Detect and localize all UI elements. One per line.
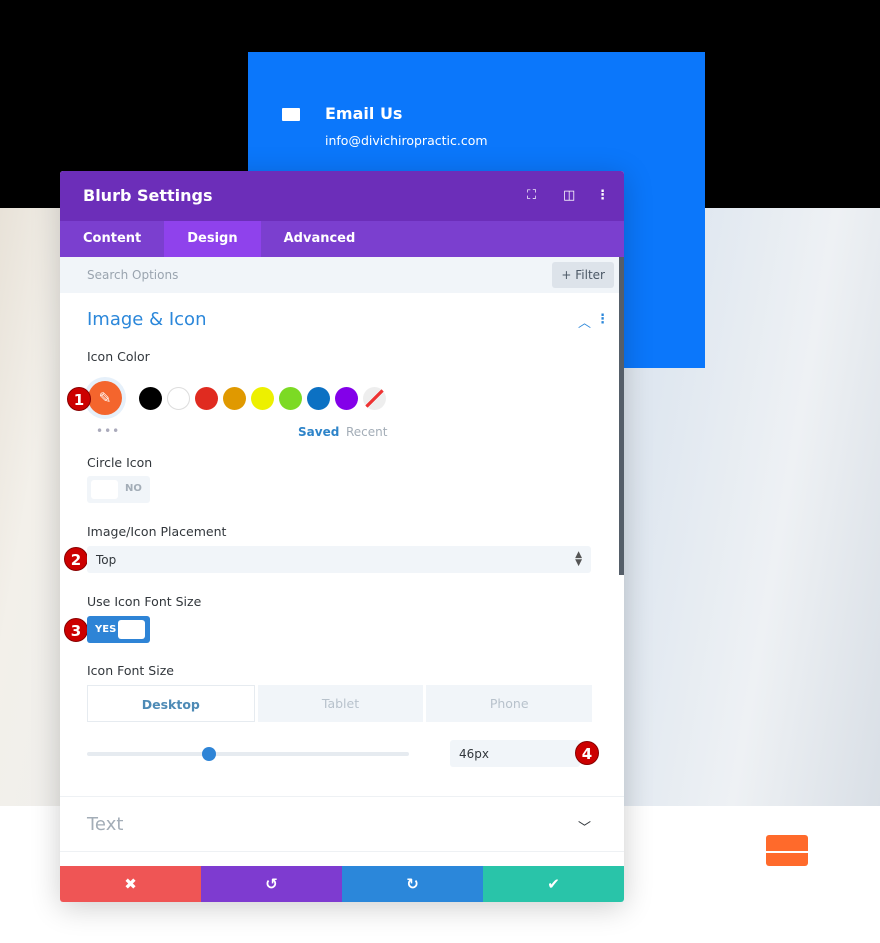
color-picker-button[interactable]: ✎: [88, 381, 122, 415]
search-placeholder: Search Options: [87, 268, 179, 282]
tab-advanced[interactable]: Advanced: [261, 221, 379, 257]
recent-colors-tab[interactable]: Recent: [346, 425, 387, 439]
icon-font-size-label: Icon Font Size: [87, 663, 174, 678]
color-swatch-orange[interactable]: [223, 387, 246, 410]
more-vertical-icon[interactable]: ⋮: [596, 188, 609, 203]
color-swatch-purple[interactable]: [335, 387, 358, 410]
section-title-image-icon[interactable]: Image & Icon: [87, 309, 206, 330]
select-value: Top: [96, 553, 117, 567]
fullscreen-icon[interactable]: ⛶: [527, 188, 536, 203]
font-size-slider-handle[interactable]: [202, 747, 217, 761]
device-tab-desktop[interactable]: Desktop: [87, 685, 255, 722]
save-button[interactable]: ✔: [483, 866, 624, 902]
more-vertical-icon[interactable]: ⋮: [596, 312, 609, 327]
circle-icon-toggle[interactable]: NO: [87, 476, 150, 503]
placement-label: Image/Icon Placement: [87, 524, 227, 539]
cancel-button[interactable]: ✖: [60, 866, 201, 902]
step-badge: 1: [67, 387, 91, 411]
search-options-input[interactable]: Search Options + Filter: [60, 257, 624, 293]
color-swatch-none[interactable]: [363, 387, 386, 410]
toggle-value: YES: [95, 624, 117, 635]
tab-content[interactable]: Content: [60, 221, 164, 257]
device-tab-tablet[interactable]: Tablet: [257, 685, 424, 722]
color-swatch-black[interactable]: [139, 387, 162, 410]
select-arrows-icon: ▲ ▼: [575, 550, 582, 568]
font-size-slider-track[interactable]: [87, 752, 409, 756]
device-tab-phone[interactable]: Phone: [426, 685, 593, 722]
blurb-email: info@divichiropractic.com: [325, 133, 488, 148]
icon-color-label: Icon Color: [87, 349, 150, 364]
more-colors-button[interactable]: •••: [96, 424, 120, 438]
circle-icon-label: Circle Icon: [87, 455, 153, 470]
step-badge: 2: [64, 547, 88, 571]
eyedropper-icon: ✎: [98, 389, 112, 407]
step-badge: 4: [575, 741, 599, 765]
panel-header: Blurb Settings ⛶ ◫ ⋮: [60, 171, 624, 221]
envelope-icon: [282, 108, 300, 121]
split-view-icon[interactable]: ◫: [563, 188, 575, 203]
tab-design[interactable]: Design: [164, 221, 261, 257]
step-badge: 3: [64, 618, 88, 642]
chevron-up-icon[interactable]: ︿: [578, 312, 591, 331]
divider: [60, 796, 624, 797]
color-swatch-green[interactable]: [279, 387, 302, 410]
color-swatch-white[interactable]: [167, 387, 190, 410]
toggle-knob: [91, 480, 118, 499]
redo-button[interactable]: ↻: [342, 866, 483, 902]
device-tabs: Desktop Tablet Phone: [87, 685, 593, 722]
undo-button[interactable]: ↺: [201, 866, 342, 902]
saved-colors-tab[interactable]: Saved: [298, 425, 339, 439]
chevron-down-icon[interactable]: ﹀: [578, 817, 591, 836]
font-size-input[interactable]: 46px: [450, 740, 580, 767]
use-icon-font-size-label: Use Icon Font Size: [87, 594, 202, 609]
section-title-text[interactable]: Text: [87, 814, 123, 835]
blurb-settings-panel: Blurb Settings ⛶ ◫ ⋮ Content Design Adva…: [60, 171, 624, 902]
blurb-title: Email Us: [325, 104, 403, 123]
color-swatch-red[interactable]: [195, 387, 218, 410]
color-swatch-yellow[interactable]: [251, 387, 274, 410]
placement-select[interactable]: Top ▲ ▼: [87, 546, 591, 573]
envelope-icon: [766, 835, 808, 866]
toggle-value: NO: [125, 483, 142, 494]
scrollbar[interactable]: [619, 257, 624, 575]
filter-button[interactable]: + Filter: [552, 262, 614, 288]
tab-bar: Content Design Advanced: [60, 221, 624, 257]
use-icon-font-size-toggle[interactable]: YES: [87, 616, 150, 643]
divider: [60, 851, 624, 852]
panel-footer: ✖ ↺ ↻ ✔: [60, 866, 624, 902]
panel-title: Blurb Settings: [83, 186, 213, 205]
color-swatch-blue[interactable]: [307, 387, 330, 410]
toggle-knob: [118, 620, 145, 639]
